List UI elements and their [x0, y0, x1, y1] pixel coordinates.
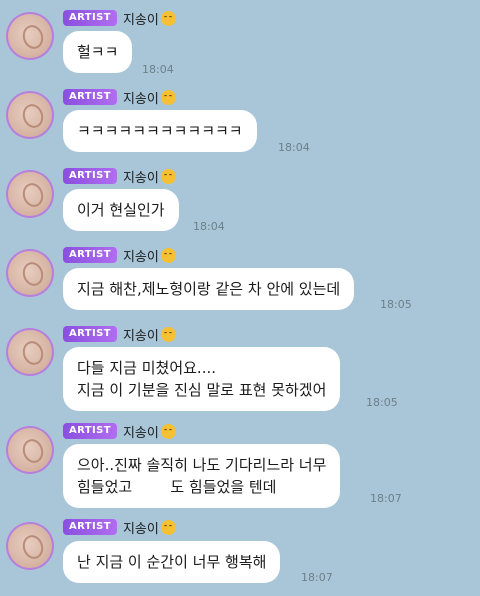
message-bubble[interactable]: 난 지금 이 순간이 너무 행복해 — [63, 541, 281, 583]
relieved-face-icon — [160, 519, 176, 535]
relieved-face-icon — [160, 326, 176, 342]
message-time: 18:07 — [370, 492, 402, 505]
sender-row: ARTIST 지송이 — [63, 166, 176, 186]
message-bubble[interactable]: 지금 해찬,제노형이랑 같은 차 안에 있는데 — [63, 268, 355, 310]
avatar[interactable] — [6, 426, 54, 474]
avatar[interactable] — [6, 170, 54, 218]
relieved-face-icon — [160, 247, 176, 263]
artist-badge: ARTIST — [63, 247, 117, 263]
artist-badge: ARTIST — [63, 519, 117, 535]
sender-name: 지송이 — [122, 249, 159, 265]
avatar[interactable] — [6, 12, 54, 60]
sender-name: 지송이 — [122, 12, 159, 28]
message-bubble[interactable]: 이거 현실인가 — [63, 189, 179, 231]
artist-badge: ARTIST — [63, 168, 117, 184]
sender-row: ARTIST 지송이 — [63, 517, 176, 537]
avatar[interactable] — [6, 91, 54, 139]
sender-name: 지송이 — [122, 521, 159, 537]
avatar[interactable] — [6, 328, 54, 376]
message-bubble[interactable]: 으아..진짜 솔직히 나도 기다리느라 너무 힘들었고 도 힘들었을 텐데 — [63, 444, 341, 508]
artist-badge: ARTIST — [63, 89, 117, 105]
message-bubble[interactable]: 헐ㅋㅋ — [63, 31, 133, 73]
message-time: 18:07 — [301, 571, 333, 584]
message-bubble[interactable]: ㅋㅋㅋㅋㅋㅋㅋㅋㅋㅋㅋㅋ — [63, 110, 257, 152]
relieved-face-icon — [160, 168, 176, 184]
sender-name: 지송이 — [122, 91, 159, 107]
sender-name: 지송이 — [122, 328, 159, 344]
sender-row: ARTIST 지송이 — [63, 245, 176, 265]
message-time: 18:05 — [380, 298, 412, 311]
relieved-face-icon — [160, 10, 176, 26]
avatar[interactable] — [6, 522, 54, 570]
sender-row: ARTIST 지송이 — [63, 421, 176, 441]
message-time: 18:04 — [193, 220, 225, 233]
artist-badge: ARTIST — [63, 326, 117, 342]
sender-name: 지송이 — [122, 425, 159, 441]
message-time: 18:05 — [366, 396, 398, 409]
sender-row: ARTIST 지송이 — [63, 8, 176, 28]
artist-badge: ARTIST — [63, 423, 117, 439]
message-time: 18:04 — [278, 141, 310, 154]
sender-row: ARTIST 지송이 — [63, 324, 176, 344]
sender-row: ARTIST 지송이 — [63, 87, 176, 107]
relieved-face-icon — [160, 89, 176, 105]
relieved-face-icon — [160, 423, 176, 439]
avatar[interactable] — [6, 249, 54, 297]
message-bubble[interactable]: 다들 지금 미쳤어요.... 지금 이 기분을 진심 말로 표현 못하겠어 — [63, 347, 341, 411]
message-time: 18:04 — [142, 63, 174, 76]
sender-name: 지송이 — [122, 170, 159, 186]
artist-badge: ARTIST — [63, 10, 117, 26]
